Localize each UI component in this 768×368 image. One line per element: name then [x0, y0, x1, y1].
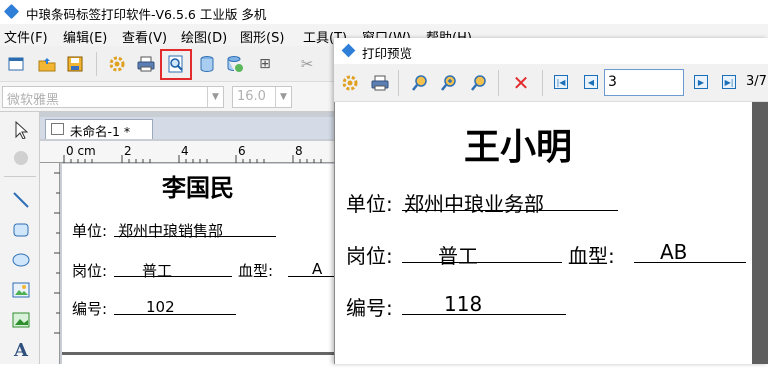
preview-title-bar: 打印预览 — [334, 38, 768, 64]
canvas-bottom-edge — [62, 352, 336, 355]
preview-unit-underline — [402, 210, 618, 211]
chevron-down-icon: ▼ — [207, 87, 223, 107]
new-file-icon[interactable] — [5, 53, 27, 75]
close-preview-icon[interactable]: ✕ — [510, 71, 532, 95]
rectangle-tool-icon[interactable] — [9, 218, 33, 242]
next-page-icon[interactable]: ▶ — [694, 75, 708, 89]
print-preview-icon[interactable] — [165, 53, 187, 75]
preview-title: 打印预览 — [362, 46, 413, 61]
page-number-value: 3 — [608, 74, 617, 90]
post-value[interactable]: 普工 — [142, 260, 172, 281]
label-name-text[interactable]: 李国民 — [162, 168, 234, 203]
database-icon[interactable] — [196, 53, 218, 75]
print-icon[interactable] — [135, 53, 157, 75]
horizontal-ruler: 0 cm 2 4 6 8 — [40, 141, 336, 163]
drawing-toolbox: A — [0, 112, 40, 364]
line-tool-icon[interactable] — [9, 188, 33, 212]
menu-view[interactable]: 查看(V) — [122, 27, 167, 46]
toolbox-divider — [4, 176, 36, 177]
prev-page-icon[interactable]: ◀ — [584, 75, 598, 89]
zoom-out-icon[interactable] — [409, 72, 431, 94]
preview-unit-label: 单位: — [346, 192, 393, 216]
font-name-select[interactable]: 微软雅黑 ▼ — [2, 86, 224, 108]
font-name-value: 微软雅黑 — [7, 93, 60, 108]
preview-id-value: 118 — [444, 292, 483, 316]
label-canvas[interactable]: 李国民 单位: 郑州中琅销售部 岗位: 普工 血型: A 编号: 102 — [62, 164, 336, 364]
preview-print-icon[interactable] — [369, 72, 391, 94]
window-title: 中琅条码标签打印软件-V6.5.6 工业版 多机 — [26, 7, 267, 22]
preview-toolbar-divider — [498, 70, 499, 96]
title-bar: 中琅条码标签打印软件-V6.5.6 工业版 多机 — [0, 0, 768, 24]
preview-unit-value: 郑州中琅业务部 — [404, 192, 544, 216]
id-label[interactable]: 编号: — [72, 298, 107, 319]
preview-blood-underline — [634, 262, 746, 263]
blood-label[interactable]: 血型: — [238, 260, 273, 281]
post-label[interactable]: 岗位: — [72, 260, 107, 281]
database-settings-icon[interactable] — [224, 53, 246, 75]
unit-underline — [114, 236, 276, 237]
blood-underline — [288, 276, 336, 277]
menu-draw[interactable]: 绘图(D) — [181, 27, 227, 46]
font-size-select[interactable]: 16.0 ▼ — [232, 86, 292, 108]
last-page-icon[interactable]: ▶| — [722, 75, 736, 89]
preview-toolbar-divider — [398, 70, 399, 96]
preview-page: 王小明 单位: 郑州中琅业务部 岗位: 普工 血型: AB 编号: 118 — [336, 102, 752, 364]
font-bar: 微软雅黑 ▼ 16.0 ▼ — [0, 82, 340, 112]
preview-logo-icon — [341, 43, 356, 58]
preview-page-edge — [752, 102, 768, 364]
document-tab-bar: 未命名-1 * — [40, 117, 336, 139]
cut-icon[interactable]: ✂ — [296, 53, 318, 75]
document-tab-label: 未命名-1 * — [70, 124, 131, 139]
select-pointer-icon[interactable] — [9, 118, 33, 142]
preview-blood-value: AB — [660, 240, 688, 264]
preview-post-label: 岗位: — [346, 244, 393, 268]
preview-id-underline — [402, 314, 566, 315]
vertical-ruler — [40, 163, 60, 364]
settings-gear-icon[interactable] — [106, 53, 128, 75]
page-count: 3/7 — [746, 74, 767, 89]
app-logo-icon — [3, 3, 20, 20]
zoom-fit-icon[interactable] — [468, 72, 490, 94]
barcode-icon[interactable]: ⊞ — [254, 53, 276, 75]
open-file-icon[interactable] — [36, 53, 58, 75]
post-underline — [114, 276, 232, 277]
page-number-input[interactable]: 3 — [604, 69, 684, 96]
main-toolbar: ⊞ ✂ — [0, 46, 340, 131]
preview-name-text: 王小明 — [464, 127, 573, 168]
ruler-tick-label: 4 — [181, 144, 189, 158]
unit-label[interactable]: 单位: — [72, 220, 107, 241]
preview-toolbar-divider — [542, 70, 543, 96]
first-page-icon[interactable]: |◀ — [554, 75, 568, 89]
document-tab[interactable]: 未命名-1 * — [45, 119, 153, 139]
save-icon[interactable] — [64, 53, 86, 75]
ruler-unit-label: 0 cm — [66, 144, 96, 158]
preview-id-label: 编号: — [346, 296, 393, 320]
menu-edit[interactable]: 编辑(E) — [63, 27, 107, 46]
image-tool-icon[interactable] — [9, 278, 33, 302]
text-tool-icon[interactable]: A — [9, 338, 33, 362]
ruler-tick-label: 2 — [124, 144, 132, 158]
rotate-tool-icon[interactable] — [9, 146, 33, 170]
menu-shape[interactable]: 图形(S) — [240, 27, 284, 46]
preview-post-underline — [402, 262, 562, 263]
id-underline — [114, 314, 236, 315]
ruler-tick-label: 8 — [295, 144, 303, 158]
zoom-in-icon[interactable] — [438, 72, 460, 94]
ellipse-tool-icon[interactable] — [9, 248, 33, 272]
toolbar-divider — [96, 52, 97, 76]
chevron-down-icon: ▼ — [275, 87, 291, 107]
preview-post-value: 普工 — [438, 244, 478, 268]
preview-blood-label: 血型: — [568, 244, 615, 268]
ruler-tick-label: 6 — [238, 144, 246, 158]
picture-tool-icon[interactable] — [9, 308, 33, 332]
menu-file[interactable]: 文件(F) — [4, 27, 48, 46]
unit-value[interactable]: 郑州中琅销售部 — [118, 220, 223, 241]
font-size-value: 16.0 — [237, 89, 266, 104]
preview-settings-gear-icon[interactable] — [339, 72, 361, 94]
document-icon — [51, 123, 64, 135]
